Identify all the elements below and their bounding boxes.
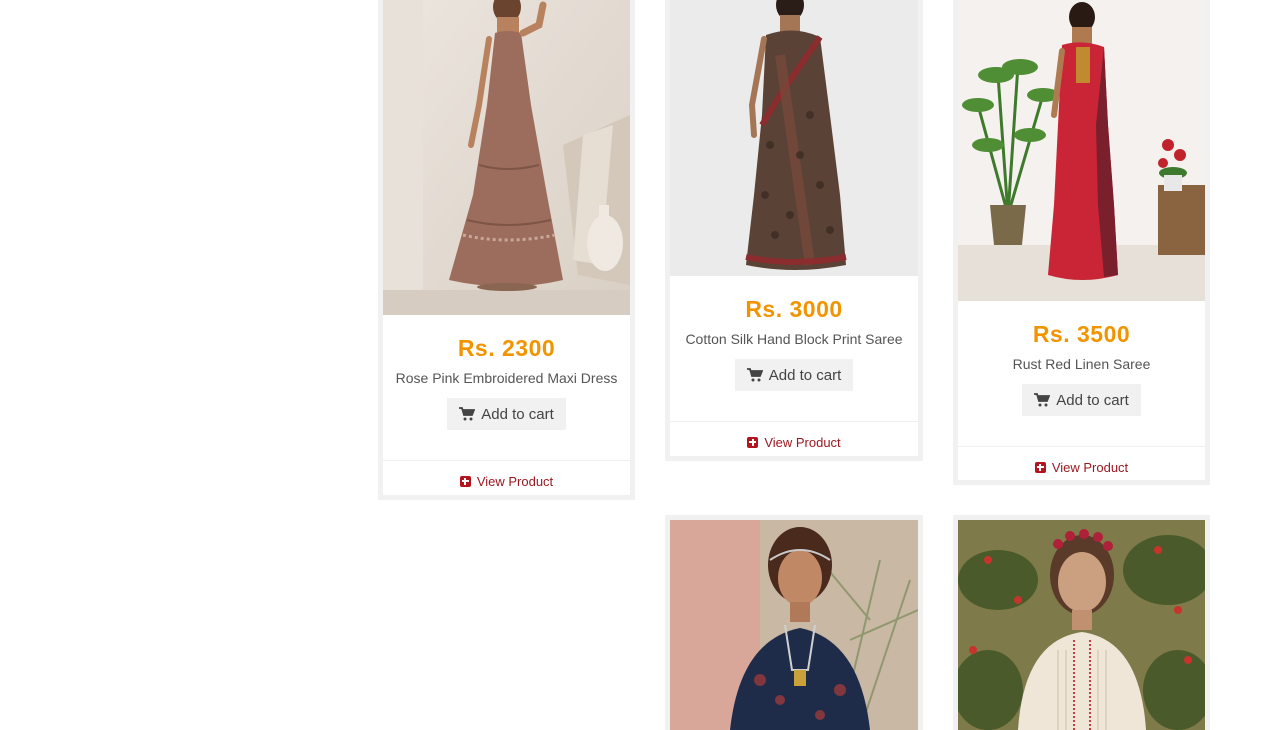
product-card: Rs. 3000 Cotton Silk Hand Block Print Sa… (665, 0, 923, 461)
add-to-cart-button[interactable]: Add to cart (447, 398, 566, 430)
add-to-cart-label: Add to cart (481, 405, 554, 423)
add-to-cart-button[interactable]: Add to cart (1022, 384, 1141, 416)
product-name[interactable]: Cotton Silk Hand Block Print Saree (670, 330, 918, 348)
plus-square-icon (747, 436, 759, 448)
view-product-label: View Product (476, 473, 554, 489)
view-product-label: View Product (1051, 459, 1129, 475)
product-price: Rs. 3500 (1032, 321, 1131, 347)
product-image-navy-printed-outfit[interactable] (670, 520, 918, 730)
shopping-cart-icon (459, 407, 476, 421)
plus-square-icon (1034, 461, 1046, 473)
product-card (665, 515, 923, 730)
product-image-rose-pink-maxi-dress[interactable] (383, 0, 630, 315)
shopping-cart-icon (1034, 393, 1051, 407)
add-to-cart-label: Add to cart (768, 366, 842, 384)
product-name[interactable]: Rust Red Linen Saree (958, 355, 1205, 373)
plus-square-icon (459, 475, 471, 487)
view-product-link[interactable]: View Product (383, 460, 630, 495)
add-to-cart-label: Add to cart (1056, 391, 1129, 409)
product-card: Rs. 2300 Rose Pink Embroidered Maxi Dres… (378, 0, 635, 500)
product-card: Rs. 3500 Rust Red Linen Saree Add to car… (953, 0, 1210, 485)
view-product-label: View Product (764, 434, 841, 450)
product-price: Rs. 3000 (745, 296, 843, 322)
product-image-white-embroidered-kurta[interactable] (958, 520, 1205, 730)
product-name[interactable]: Rose Pink Embroidered Maxi Dress (383, 369, 630, 387)
product-image-rust-red-linen-saree[interactable] (958, 0, 1205, 301)
add-to-cart-button[interactable]: Add to cart (734, 359, 854, 391)
product-card (953, 515, 1210, 730)
product-image-cotton-silk-saree[interactable] (670, 0, 918, 276)
view-product-link[interactable]: View Product (958, 446, 1205, 480)
product-price: Rs. 2300 (457, 335, 556, 361)
view-product-link[interactable]: View Product (670, 421, 918, 456)
shopping-cart-icon (746, 368, 763, 382)
